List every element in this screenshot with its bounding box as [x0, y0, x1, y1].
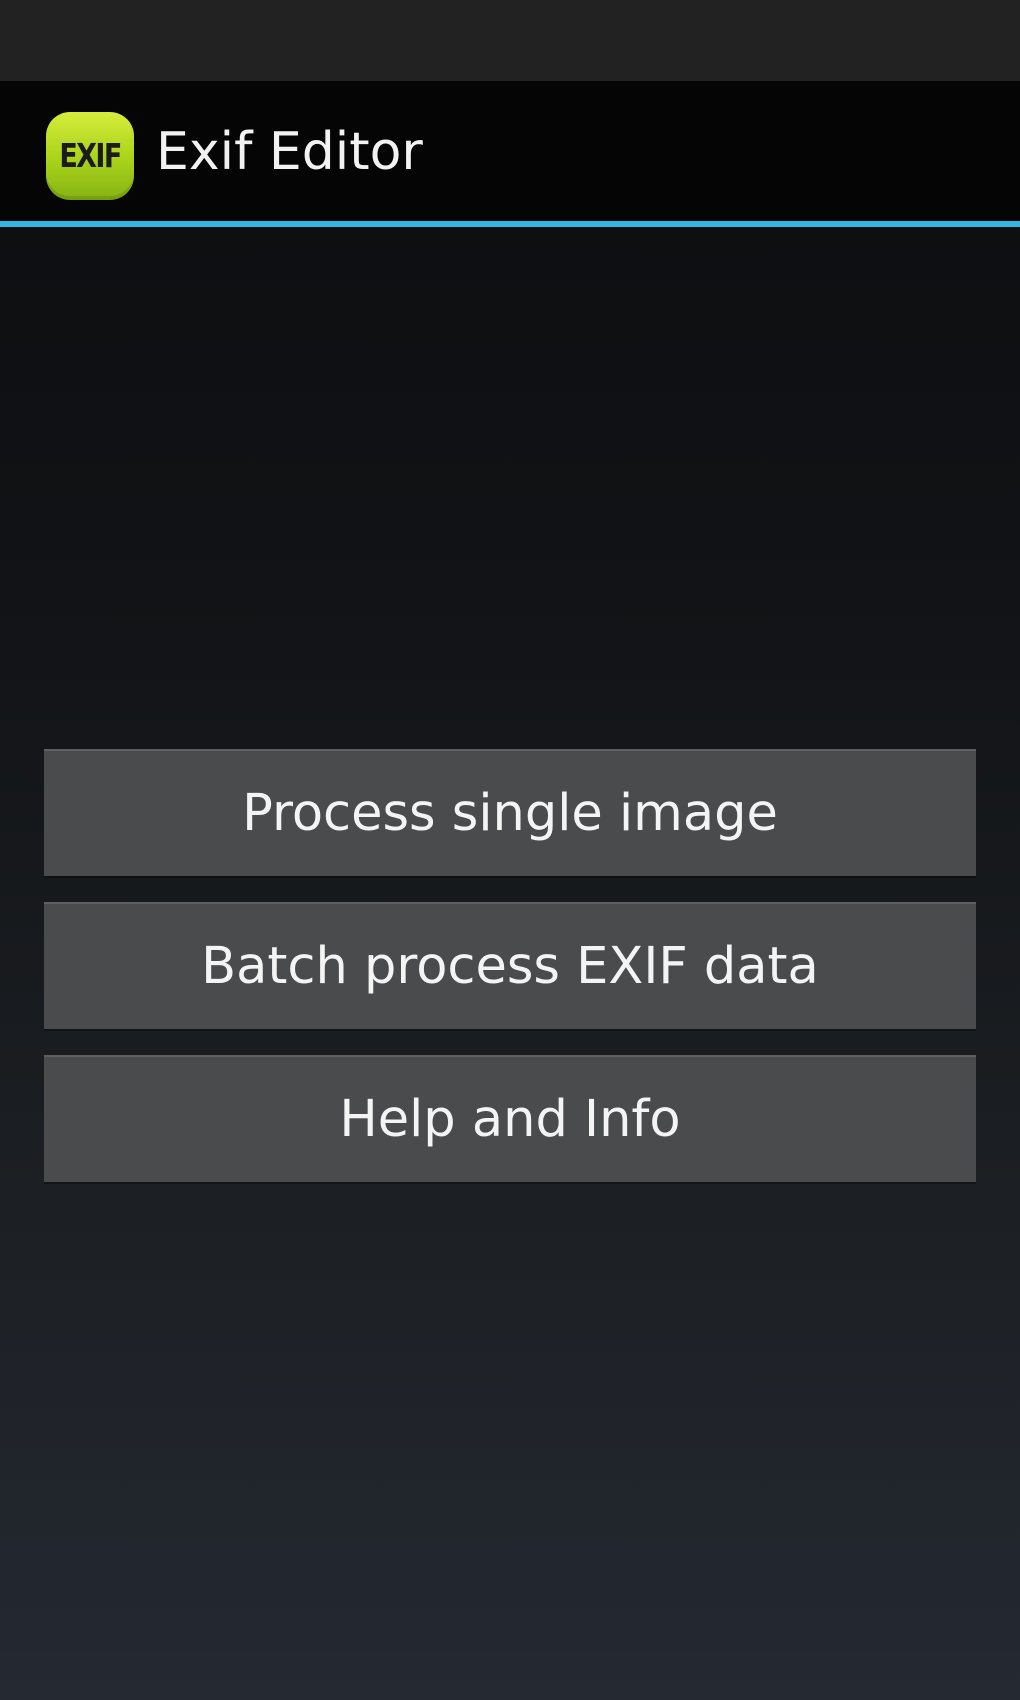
process-single-image-button[interactable]: Process single image [44, 749, 976, 876]
main-menu: Process single image Batch process EXIF … [44, 749, 976, 1208]
action-bar: EXIF Exif Editor [0, 81, 1020, 227]
batch-process-exif-button[interactable]: Batch process EXIF data [44, 902, 976, 1029]
app-icon-text: EXIF [59, 136, 122, 175]
status-bar [0, 0, 1020, 81]
app-title: Exif Editor [156, 122, 423, 182]
exif-app-icon[interactable]: EXIF [46, 112, 134, 200]
help-and-info-button[interactable]: Help and Info [44, 1055, 976, 1182]
